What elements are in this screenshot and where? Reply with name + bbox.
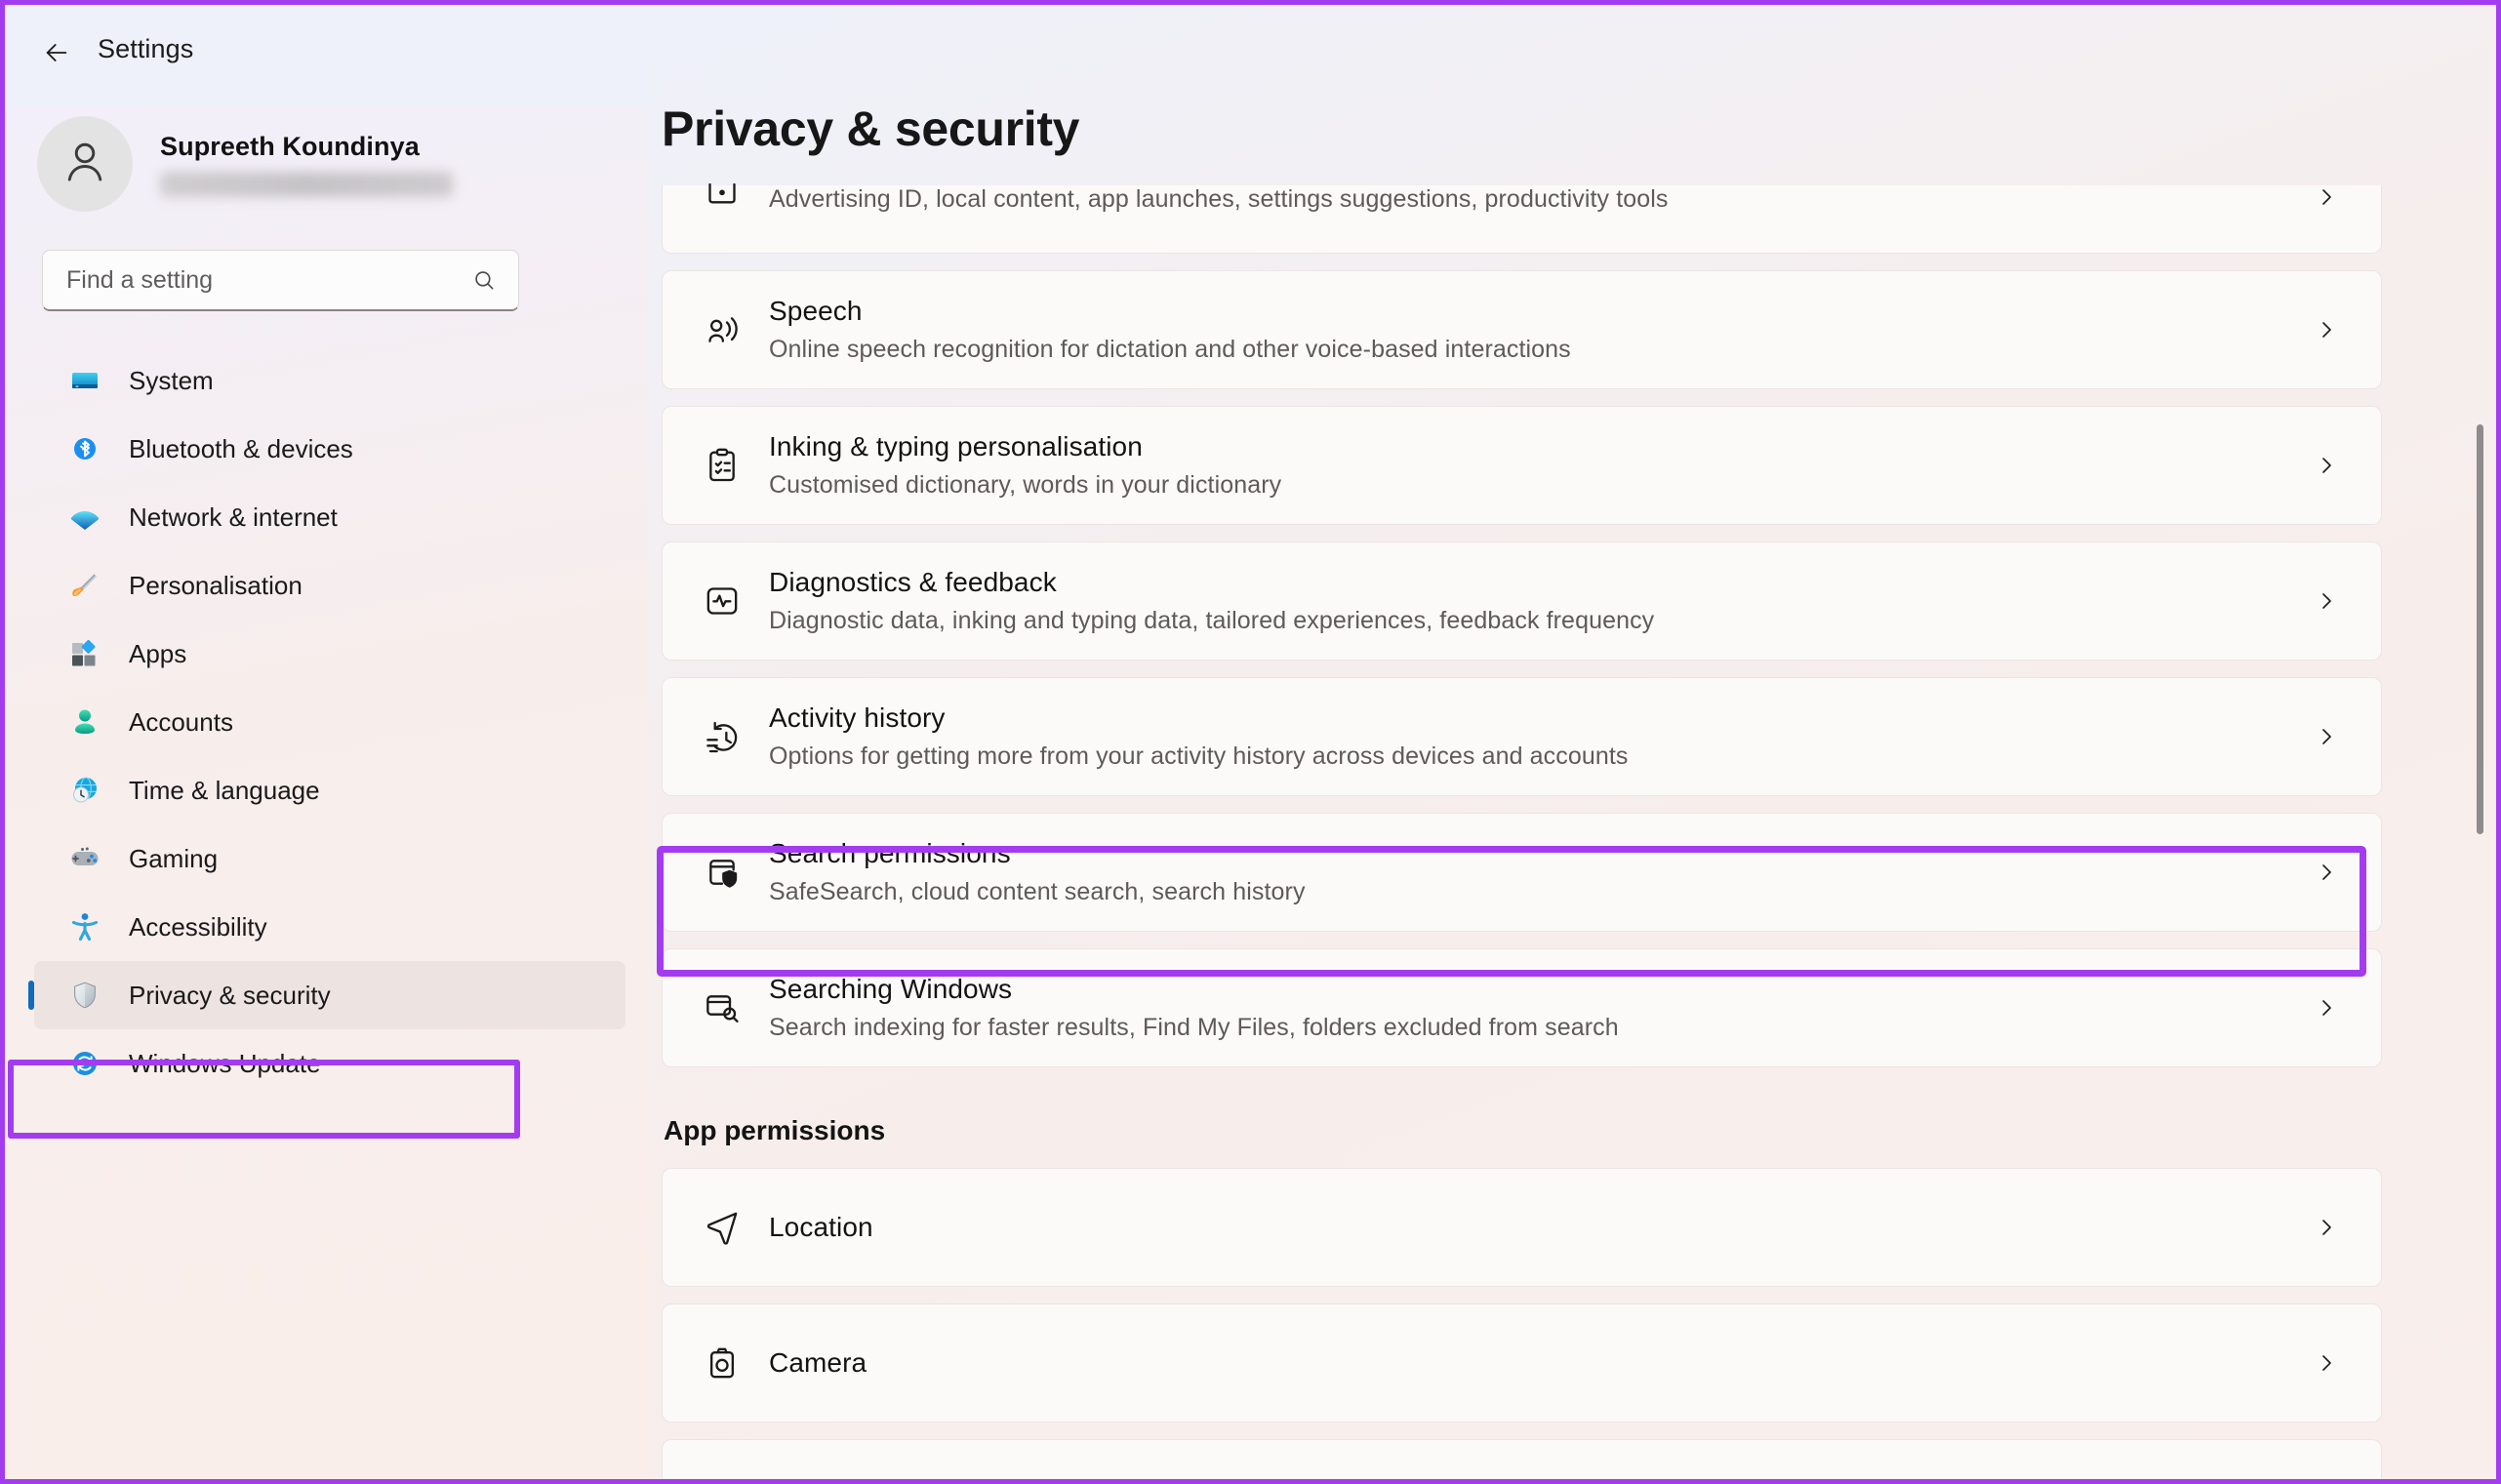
account-name: Supreeth Koundinya <box>160 131 420 161</box>
sidebar-item-accounts[interactable]: Accounts <box>34 688 625 756</box>
settings-row-search-permissions[interactable]: Search permissions SafeSearch, cloud con… <box>662 813 2382 932</box>
sidebar-item-label: Accessibility <box>129 911 267 942</box>
settings-row-camera[interactable]: Camera <box>662 1304 2382 1423</box>
settings-row-subtitle: Advertising ID, local content, app launc… <box>769 185 1669 213</box>
back-button[interactable] <box>26 24 87 85</box>
location-arrow-icon <box>695 1208 749 1247</box>
bluetooth-icon <box>67 431 102 466</box>
settings-row-title: Searching Windows <box>769 974 1013 1004</box>
settings-row-subtitle: Online speech recognition for dictation … <box>769 336 1571 363</box>
apps-icon <box>67 636 102 671</box>
sidebar-item-label: System <box>129 365 214 395</box>
camera-icon <box>695 1344 749 1383</box>
settings-row-title: Diagnostics & feedback <box>769 567 1057 597</box>
clock-globe-icon <box>67 773 102 808</box>
sidebar-item-label: Gaming <box>129 843 219 873</box>
chevron-right-icon <box>2315 589 2338 613</box>
settings-row-title: Speech <box>769 296 863 326</box>
sidebar-item-network-internet[interactable]: Network & internet <box>34 483 625 551</box>
sidebar-item-gaming[interactable]: Gaming <box>34 824 625 893</box>
pulse-icon <box>695 582 749 621</box>
clipboard-icon <box>695 446 749 485</box>
sidebar-item-label: Network & internet <box>129 501 338 532</box>
account-email-redacted <box>160 171 453 197</box>
sidebar-nav: System Bluetooth & devices Network & int… <box>5 346 649 1098</box>
section-heading-app-permissions: App permissions <box>664 1115 886 1145</box>
sidebar-item-label: Apps <box>129 638 187 668</box>
main-content: Privacy & security Advertising ID, local… <box>649 5 2496 1479</box>
settings-row-subtitle: SafeSearch, cloud content search, search… <box>769 878 1306 905</box>
sidebar-item-label: Time & language <box>129 775 320 805</box>
chevron-right-icon <box>2315 185 2338 209</box>
chevron-right-icon <box>2315 1216 2338 1239</box>
sidebar-item-label: Bluetooth & devices <box>129 433 353 463</box>
chevron-right-icon <box>2315 1351 2338 1375</box>
settings-row-inking-typing[interactable]: Inking & typing personalisation Customis… <box>662 406 2382 525</box>
sidebar: Supreeth Koundinya Find a setting System… <box>5 106 649 1479</box>
settings-row-location[interactable]: Location <box>662 1168 2382 1287</box>
scrollbar[interactable] <box>2473 180 2486 1381</box>
sidebar-item-personalisation[interactable]: Personalisation <box>34 551 625 620</box>
paintbrush-icon <box>67 568 102 603</box>
settings-row-subtitle: Customised dictionary, words in your dic… <box>769 471 1282 499</box>
person-avatar-icon <box>59 136 111 193</box>
sidebar-item-label: Accounts <box>129 706 233 737</box>
chevron-right-icon <box>2315 861 2338 884</box>
settings-row-title: Activity history <box>769 702 946 733</box>
settings-row-searching-windows[interactable]: Searching Windows Search indexing for fa… <box>662 948 2382 1067</box>
search-window-icon <box>695 988 749 1027</box>
sidebar-item-label: Personalisation <box>129 570 303 600</box>
sidebar-item-label: Windows Update <box>129 1048 321 1078</box>
settings-row-speech[interactable]: Speech Online speech recognition for dic… <box>662 270 2382 389</box>
monitor-icon <box>67 363 102 398</box>
sidebar-item-system[interactable]: System <box>34 346 625 415</box>
settings-row-title: Location <box>769 1212 873 1242</box>
sidebar-item-privacy-security[interactable]: Privacy & security <box>34 961 625 1029</box>
sidebar-item-label: Privacy & security <box>129 980 331 1010</box>
shield-icon <box>67 978 102 1013</box>
avatar <box>37 116 133 212</box>
settings-row-activity-history[interactable]: Activity history Options for getting mor… <box>662 677 2382 796</box>
chevron-right-icon <box>2315 725 2338 748</box>
sidebar-item-bluetooth-devices[interactable]: Bluetooth & devices <box>34 415 625 483</box>
search-box[interactable] <box>42 250 519 311</box>
accessibility-icon <box>67 909 102 944</box>
back-arrow-icon <box>41 37 72 73</box>
sidebar-item-time-language[interactable]: Time & language <box>34 756 625 824</box>
settings-list: Advertising ID, local content, app launc… <box>662 182 2382 1479</box>
sidebar-item-windows-update[interactable]: Windows Update <box>34 1029 625 1098</box>
app-title: Settings <box>98 34 194 63</box>
settings-window: Settings Supreeth Koundinya Find a setti… <box>0 0 2501 1484</box>
settings-row-subtitle: Options for getting more from your activ… <box>769 742 1629 770</box>
scrollbar-thumb[interactable] <box>2477 424 2483 834</box>
general-privacy-icon <box>695 180 749 219</box>
search-shield-icon <box>695 853 749 892</box>
settings-row-subtitle: Diagnostic data, inking and typing data,… <box>769 607 1655 634</box>
settings-row-diagnostics-feedback[interactable]: Diagnostics & feedback Diagnostic data, … <box>662 541 2382 661</box>
settings-row-next-partial[interactable] <box>662 1439 2382 1478</box>
history-icon <box>695 717 749 756</box>
settings-row-subtitle: Search indexing for faster results, Find… <box>769 1014 1619 1041</box>
gamepad-icon <box>67 841 102 876</box>
person-icon <box>67 704 102 740</box>
chevron-right-icon <box>2315 454 2338 477</box>
settings-row-title: Search permissions <box>769 838 1011 868</box>
wifi-icon <box>67 500 102 535</box>
settings-row-title: Inking & typing personalisation <box>769 431 1143 461</box>
page-title: Privacy & security <box>662 101 1080 156</box>
sidebar-item-accessibility[interactable]: Accessibility <box>34 893 625 961</box>
chevron-right-icon <box>2315 318 2338 341</box>
chevron-right-icon <box>2315 996 2338 1020</box>
speech-icon <box>695 310 749 349</box>
search-input[interactable] <box>66 265 471 295</box>
settings-row-title: Camera <box>769 1347 867 1378</box>
settings-row-general[interactable]: Advertising ID, local content, app launc… <box>662 182 2382 254</box>
account-card[interactable]: Supreeth Koundinya <box>5 106 649 221</box>
sidebar-item-apps[interactable]: Apps <box>34 620 625 688</box>
search-icon[interactable] <box>471 267 497 293</box>
update-icon <box>67 1046 102 1081</box>
